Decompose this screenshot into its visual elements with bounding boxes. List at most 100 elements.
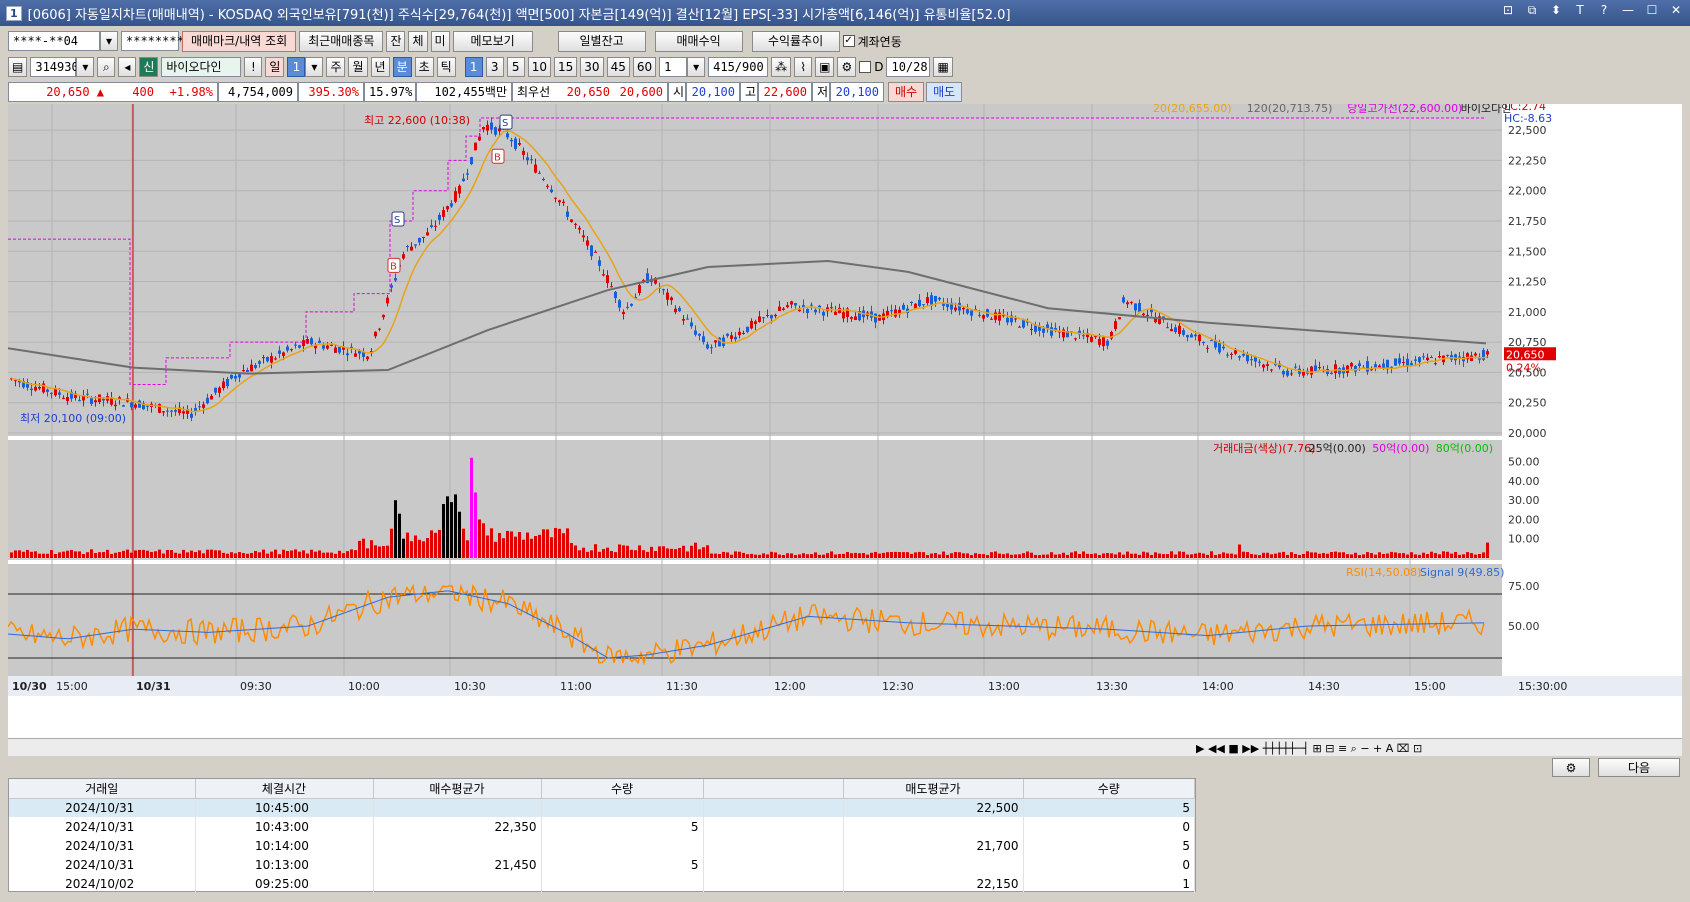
volume-bar [1066,554,1069,558]
candle-body [730,335,733,339]
candle-body [782,308,785,310]
password-input[interactable]: ******** [121,31,184,51]
date-checkbox[interactable] [859,61,872,73]
period-week-button[interactable]: 주 [326,57,346,77]
executed-button[interactable]: 체 [408,30,428,52]
account-link-checkbox[interactable]: ✓ [842,35,855,47]
table-cell: 10:14:00 [195,836,374,855]
period-minute-button[interactable]: 분 [392,57,412,77]
volume-bar [226,553,229,558]
period-select[interactable]: 1 [287,57,306,77]
count-input[interactable]: 1 [659,57,688,77]
candle-body [1142,313,1145,316]
stock-name: 바이오다인 [161,57,242,77]
next-button[interactable]: 다음 [1598,758,1680,777]
minute-60-button[interactable]: 60 [632,57,657,77]
volume-bar [154,551,157,558]
volume-bar [874,551,877,558]
memo-button[interactable]: 메모보기 [452,30,533,52]
buy-button[interactable]: 매수 [888,82,925,102]
tile-icon[interactable]: ⧉ [1524,3,1540,18]
close-icon[interactable]: ✕ [1668,3,1684,18]
minute-3-button[interactable]: 3 [485,57,504,77]
font-icon[interactable]: T [1572,3,1588,18]
col-trade-date[interactable]: 거래일 [9,779,196,799]
code-dropdown-icon[interactable]: ▾ [76,57,95,77]
volume-bar [146,550,149,558]
period-day-button[interactable]: 일 [265,57,285,77]
volume-bar [250,552,253,558]
unexecuted-button[interactable]: 미 [430,30,450,52]
col-sell-avg[interactable]: 매도평균가 [843,779,1024,799]
candle-body [262,357,265,359]
col-exec-time[interactable]: 체결시간 [195,779,374,799]
volume-bar [738,551,741,558]
candle-body [794,302,797,306]
volume-bar [794,555,797,558]
chart-scrollbar[interactable]: ▶ ◀◀ ■ ▶▶ ┼┼┼┼┼─┤ ⊞ ⊟ ≡ ⌕ − + A ⌧ ⊡ [8,738,1682,756]
gear-icon[interactable]: ⚙ [837,57,857,77]
scroll-nav-icons[interactable]: ▶ ◀◀ ■ ▶▶ ┼┼┼┼┼─┤ ⊞ ⊟ ≡ ⌕ − + A ⌧ ⊡ [1196,741,1422,755]
account-dropdown-icon[interactable]: ▾ [100,31,118,51]
minute-30-button[interactable]: 30 [580,57,604,77]
balance-button[interactable]: 잔 [386,30,406,52]
volume-bar [1122,554,1125,558]
table-row[interactable]: 2024/10/31 10:14:00 21,700 5 [9,836,1195,855]
daily-balance-button[interactable]: 일별잔고 [557,30,646,52]
recent-trade-button[interactable]: 최근매매종목 [299,30,384,52]
col-buy-avg[interactable]: 매수평균가 [373,779,542,799]
stock-code-input[interactable]: 314930 [30,57,79,77]
count-dropdown-icon[interactable]: ▾ [687,57,706,77]
volume-bar [682,545,685,558]
sound-icon[interactable]: ◂ [118,57,137,77]
help-icon[interactable]: ? [1596,3,1612,18]
date-input[interactable]: 10/28 [886,57,931,77]
col-sell-qty[interactable]: 수량 [1023,779,1195,799]
period-month-button[interactable]: 월 [348,57,368,77]
minute-5-button[interactable]: 5 [506,57,525,77]
minute-15-button[interactable]: 15 [554,57,578,77]
candle-body [1314,365,1317,372]
table-row[interactable]: 2024/10/02 09:25:00 22,150 1 [9,874,1195,893]
col-buy-qty[interactable]: 수량 [541,779,704,799]
volume-bar [650,546,653,558]
volume-bar [1194,553,1197,558]
restore-icon[interactable]: ⊡ [1500,3,1516,18]
compare-icon[interactable]: ⌇ [794,57,813,77]
date-label: D [874,60,884,74]
minute-1-button[interactable]: 1 [464,57,483,77]
account-input[interactable]: ****-**04 [8,31,100,51]
minute-45-button[interactable]: 45 [606,57,630,77]
volume-bar [634,550,637,558]
period-dropdown-icon[interactable]: ▾ [305,57,324,77]
maximize-icon[interactable]: ☐ [1644,3,1660,18]
candle-body [194,408,197,411]
trade-mark-query-button[interactable]: 매매마크/내역 조회 [182,30,297,52]
indicator-icon[interactable]: ⁂ [771,57,792,77]
candle-body [1262,364,1265,368]
minimize-icon[interactable]: — [1620,3,1636,18]
pin-icon[interactable]: ⬍ [1548,3,1564,18]
table-cell [373,874,542,893]
candle-body [1106,340,1109,346]
volume-bar [194,552,197,558]
search-icon[interactable]: ⌕ [97,57,116,77]
period-year-button[interactable]: 년 [370,57,390,77]
calendar-icon[interactable]: ▦ [933,57,953,77]
grid-settings-button[interactable]: ⚙ [1552,758,1590,777]
volume-bar [538,534,541,558]
stock-chart[interactable]: 22,500 22,250 22,000 21,750 21,500 21,250 21,0… [8,104,1682,738]
volume-bar [1142,551,1145,558]
table-row[interactable]: 2024/10/31 10:43:00 22,350 5 0 [9,817,1195,836]
minute-10-button[interactable]: 10 [527,57,551,77]
return-trend-button[interactable]: 수익률추이 [751,30,840,52]
sell-button[interactable]: 매도 [926,82,963,102]
table-row[interactable]: 2024/10/31 10:45:00 22,500 5 [9,798,1195,817]
table-row[interactable]: 2024/10/31 10:13:00 21,450 5 0 [9,855,1195,874]
period-second-button[interactable]: 초 [414,57,434,77]
layout-icon[interactable]: ▤ [8,57,28,77]
save-icon[interactable]: ▣ [815,57,835,77]
trade-profit-button[interactable]: 매매수익 [654,30,743,52]
period-tick-button[interactable]: 틱 [436,57,456,77]
warning-button[interactable]: ! [244,57,263,77]
